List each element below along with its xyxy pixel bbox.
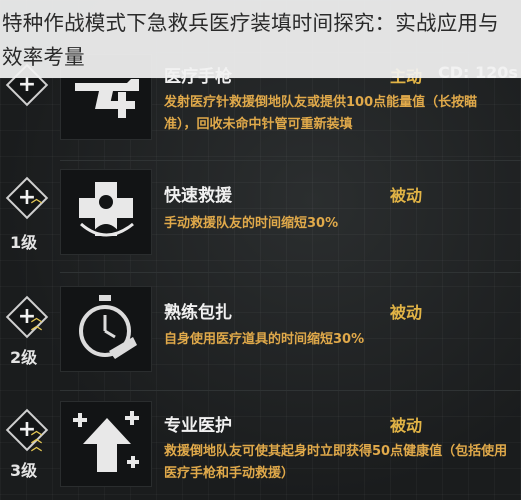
- skill-description: 手动救援队友的时间缩短30%: [164, 216, 339, 231]
- rank-chevron-icon: ︿ ︿: [31, 311, 42, 332]
- skill-row-quick-rescue[interactable]: + ︿ 1级 快速救援 被动 手动救援队友的时间缩短30%: [0, 165, 521, 275]
- skill-name: 快速救援: [164, 186, 232, 206]
- skill-type: 被动: [390, 303, 423, 322]
- skill-name: 熟练包扎: [164, 303, 232, 323]
- skill-name: 专业医护: [164, 416, 232, 436]
- skill-level: 1级: [10, 233, 38, 252]
- rescue-person-icon: [60, 169, 152, 255]
- divider: [60, 390, 521, 391]
- skill-description: 自身使用医疗道具的时间缩短30%: [164, 332, 365, 347]
- skill-type: 被动: [390, 416, 423, 435]
- skill-type: 被动: [390, 186, 423, 205]
- skill-level: 2级: [10, 348, 38, 367]
- upgrade-badge[interactable]: + ︿ ︿: [5, 295, 50, 340]
- divider: [60, 272, 521, 273]
- divider: [60, 160, 521, 161]
- medical-arrow-icon: [60, 401, 152, 487]
- skill-row-professional-medical[interactable]: + ︿ ︿ ︿ 3级 专业医护 被动 救援倒地队友可使其起身时立即获得50点健康值（…: [0, 395, 521, 500]
- page-title: 特种作战模式下急救兵医疗装填时间探究：实战应用与效率考量: [2, 11, 499, 69]
- skill-description: 救援倒地队友可使其起身时立即获得50点健康值（包括使用医疗手枪和手动救援）: [164, 444, 508, 481]
- upgrade-badge[interactable]: + ︿ ︿ ︿: [5, 408, 50, 453]
- title-banner: 特种作战模式下急救兵医疗装填时间探究：实战应用与效率考量: [0, 0, 521, 78]
- stopwatch-bandage-icon: [60, 286, 152, 372]
- rank-chevron-icon: ︿: [31, 192, 42, 205]
- skill-row-skilled-bandaging[interactable]: + ︿ ︿ 2级 熟练包扎 被动 自身使用医疗道具的时间缩短30%: [0, 280, 521, 392]
- skill-level: 3级: [10, 461, 38, 480]
- skill-description: 发射医疗针救援倒地队友或提供100点能量值（长按瞄准），回收未命中针管可重新装填: [164, 95, 478, 132]
- rank-chevron-icon: ︿ ︿ ︿: [31, 424, 42, 453]
- upgrade-badge[interactable]: + ︿: [5, 176, 50, 221]
